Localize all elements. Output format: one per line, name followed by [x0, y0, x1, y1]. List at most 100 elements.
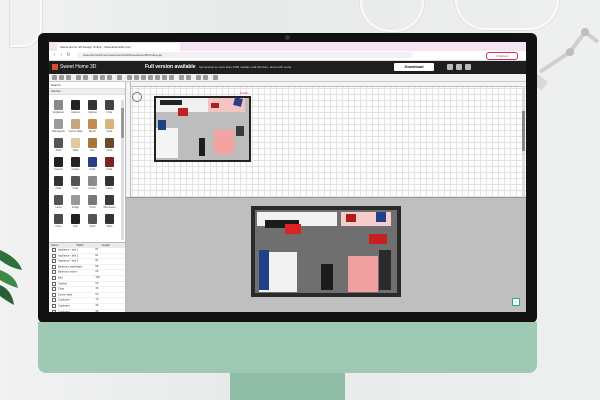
furniture-catalog-pane: Search Kitchen Appliance Cabinet Cabinet Ch… — [49, 82, 126, 312]
new-icon[interactable] — [52, 75, 57, 80]
catalog-item[interactable]: Microwave — [102, 195, 117, 212]
catalog-item[interactable]: Chair — [51, 176, 66, 193]
zoom-in-icon[interactable] — [179, 75, 184, 80]
url-input[interactable]: sweethome3d.com/sweethome3d/SweetHome3DO… — [77, 52, 413, 58]
video-icon[interactable] — [203, 75, 208, 80]
catalog-category[interactable]: Kitchen — [49, 89, 125, 95]
create-dimensions-icon[interactable] — [162, 75, 167, 80]
pan-icon[interactable] — [134, 75, 139, 80]
create-polylines-icon[interactable] — [155, 75, 160, 80]
add-text-icon[interactable] — [169, 75, 174, 80]
create-rooms-icon[interactable] — [148, 75, 153, 80]
floor-3d-model[interactable] — [251, 206, 401, 297]
visible-checkbox[interactable] — [52, 303, 56, 308]
catalog-item[interactable]: Bench — [85, 119, 100, 136]
scrollbar-thumb[interactable] — [121, 108, 124, 138]
catalog-item[interactable]: Chair — [102, 157, 117, 174]
share-icon[interactable] — [465, 64, 471, 70]
help-icon[interactable] — [213, 75, 218, 80]
floor-plan-2d[interactable] — [154, 96, 251, 162]
visible-checkbox[interactable] — [52, 281, 56, 286]
catalog-item[interactable]: Cabinet — [68, 100, 83, 117]
visible-checkbox[interactable] — [52, 275, 56, 280]
create-walls-icon[interactable] — [141, 75, 146, 80]
catalog-item-label: Bench — [88, 130, 97, 133]
reload-icon[interactable]: ↻ — [66, 52, 71, 58]
redo-icon[interactable] — [83, 75, 88, 80]
info-icon[interactable]: i — [512, 298, 520, 306]
visible-checkbox[interactable] — [52, 253, 56, 258]
undo-icon[interactable] — [76, 75, 81, 80]
catalog-item[interactable]: Cooker — [85, 176, 100, 193]
catalog-item[interactable]: Chair — [68, 176, 83, 193]
catalog-item[interactable]: Counter — [51, 157, 66, 174]
catalog-item[interactable]: Lamp — [51, 195, 66, 212]
back-icon[interactable]: ‹ — [52, 52, 57, 58]
cut-icon[interactable] — [93, 75, 98, 80]
photo-icon[interactable] — [196, 75, 201, 80]
counter[interactable] — [160, 100, 182, 105]
wardrobe[interactable] — [199, 138, 205, 156]
catalog-item-label: Chair — [89, 168, 96, 171]
visible-checkbox[interactable] — [52, 292, 56, 297]
visible-checkbox[interactable] — [52, 287, 56, 292]
scrollbar-thumb[interactable] — [522, 111, 525, 151]
catalog-item[interactable]: Chair — [85, 157, 100, 174]
bed[interactable] — [214, 130, 234, 154]
catalog-item[interactable]: Cooker — [68, 157, 83, 174]
twitter-icon[interactable] — [456, 64, 462, 70]
visible-checkbox[interactable] — [52, 270, 56, 275]
furniture-width: 79 — [95, 298, 99, 302]
copy-icon[interactable] — [100, 75, 105, 80]
catalog-item[interactable]: Box — [85, 138, 100, 155]
furniture-width: 54 — [95, 259, 99, 263]
download-button[interactable]: Download — [394, 63, 434, 71]
visible-checkbox[interactable] — [52, 259, 56, 264]
catalog-item[interactable]: Desk — [102, 119, 117, 136]
visible-checkbox[interactable] — [52, 298, 56, 303]
catalog-item[interactable]: Appliance — [51, 100, 66, 117]
desk[interactable] — [236, 126, 244, 136]
3d-view[interactable]: i — [126, 198, 526, 312]
select-icon[interactable] — [127, 75, 132, 80]
visible-checkbox[interactable] — [52, 248, 56, 252]
furniture-thumbnail — [88, 176, 97, 186]
catalog-item[interactable]: Lamp — [102, 176, 117, 193]
catalog-item[interactable]: Hood — [85, 195, 100, 212]
catalog-item[interactable]: Oven — [51, 214, 66, 231]
catalog-item[interactable]: Sink — [68, 214, 83, 231]
save-icon[interactable] — [66, 75, 71, 80]
table-row[interactable]: Cupboard 40 — [49, 309, 125, 312]
catalog-item[interactable]: Dishwasher — [51, 119, 66, 136]
catalog-item[interactable]: Cabinet — [85, 100, 100, 117]
profile-button[interactable]: Finished — [486, 52, 518, 60]
add-furniture-icon[interactable] — [117, 75, 122, 80]
plan-scrollbar[interactable] — [522, 86, 525, 196]
catalog-item[interactable]: Stool — [85, 214, 100, 231]
red-chair[interactable] — [211, 103, 219, 108]
catalog-item[interactable]: Table — [68, 138, 83, 155]
catalog-scrollbar[interactable] — [121, 100, 124, 240]
visible-checkbox[interactable] — [52, 264, 56, 269]
catalog-item[interactable]: Desk — [102, 138, 117, 155]
catalog-item[interactable]: Shelf — [51, 138, 66, 155]
open-icon[interactable] — [59, 75, 64, 80]
blue-cabinet[interactable] — [158, 120, 166, 130]
catalog-item[interactable]: Chair — [102, 100, 117, 117]
browser-tab[interactable]: Sweet Home 3D Design Online - SweetHome3… — [57, 43, 180, 51]
compass-icon[interactable] — [132, 92, 142, 102]
visible-checkbox[interactable] — [52, 309, 56, 312]
furniture-name-text: Corner table — [58, 293, 73, 297]
catalog-item[interactable]: Table — [102, 214, 117, 231]
forward-icon[interactable]: › — [59, 52, 64, 58]
browser-address-bar: ‹ › ↻ sweethome3d.com/sweethome3d/SweetH… — [49, 51, 526, 61]
catalog-item[interactable]: Corner table — [68, 119, 83, 136]
furniture-height — [109, 254, 125, 259]
plan-view[interactable]: Studio — [126, 82, 526, 198]
catalog-item-label: Sink — [73, 225, 78, 228]
facebook-icon[interactable] — [447, 64, 453, 70]
paste-icon[interactable] — [107, 75, 112, 80]
zoom-out-icon[interactable] — [186, 75, 191, 80]
table[interactable] — [178, 108, 188, 116]
catalog-item[interactable]: Fridge — [68, 195, 83, 212]
